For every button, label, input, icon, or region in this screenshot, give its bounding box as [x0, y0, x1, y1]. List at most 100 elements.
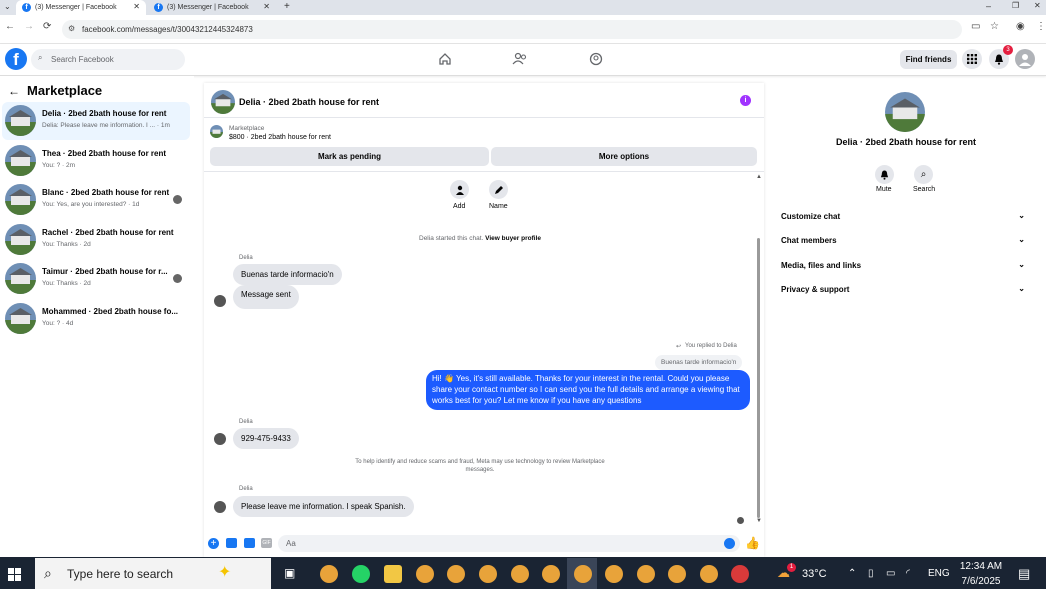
- notification-center-icon[interactable]: ▤: [1018, 566, 1030, 582]
- info-icon[interactable]: i: [740, 95, 751, 106]
- chrome-icon[interactable]: [447, 565, 465, 583]
- privacy-support-row[interactable]: Privacy & support ⌄: [781, 284, 1031, 294]
- account-avatar[interactable]: [1015, 49, 1035, 69]
- plus-icon[interactable]: +: [208, 538, 219, 549]
- pencil-icon[interactable]: [489, 180, 508, 199]
- minimize-icon[interactable]: –: [986, 1, 991, 11]
- chrome-icon[interactable]: [542, 565, 560, 583]
- notification-badge: 3: [1003, 45, 1013, 55]
- details-avatar[interactable]: [885, 92, 925, 132]
- file-explorer-icon[interactable]: [384, 565, 402, 583]
- close-tab-icon[interactable]: ✕: [133, 2, 140, 11]
- conversation-title: Taimur · 2bed 2bath house for r...: [42, 267, 168, 276]
- forward-icon[interactable]: →: [24, 21, 34, 32]
- gif-icon[interactable]: GIF: [261, 538, 272, 548]
- profile-icon[interactable]: ◉: [1016, 21, 1025, 32]
- emoji-icon[interactable]: [724, 538, 735, 549]
- chrome-icon[interactable]: [605, 565, 623, 583]
- conversation-item[interactable]: Thea · 2bed 2bath house for rent You: ? …: [2, 142, 190, 180]
- chrome-icon[interactable]: [511, 565, 529, 583]
- home-icon[interactable]: [437, 51, 453, 67]
- listing-price[interactable]: $800 · 2bed 2bath house for rent: [229, 134, 331, 141]
- chat-members-row[interactable]: Chat members ⌄: [781, 235, 1031, 245]
- temperature[interactable]: 33°C: [802, 568, 827, 580]
- chat-header-title[interactable]: Delia · 2bed 2bath house for rent: [239, 97, 379, 107]
- chrome-icon[interactable]: [668, 565, 686, 583]
- incoming-message[interactable]: Message sent: [233, 285, 299, 309]
- search-icon[interactable]: ⌕: [914, 165, 933, 184]
- menu-grid-icon[interactable]: [962, 49, 982, 69]
- more-options-button[interactable]: More options: [491, 147, 757, 166]
- facebook-search-input[interactable]: Search Facebook: [31, 49, 185, 70]
- app-icon[interactable]: [731, 565, 749, 583]
- conversation-item[interactable]: Blanc · 2bed 2bath house for rent You: Y…: [2, 181, 190, 219]
- incoming-message[interactable]: Please leave me information. I speak Spa…: [233, 496, 414, 517]
- message-input[interactable]: Aa: [278, 535, 740, 552]
- chat-header-avatar[interactable]: [211, 90, 235, 114]
- chrome-icon[interactable]: [479, 565, 497, 583]
- chevron-up-icon[interactable]: ⌃: [848, 568, 856, 579]
- seen-avatar: [737, 517, 744, 524]
- chrome-icon[interactable]: [574, 565, 592, 583]
- friends-icon[interactable]: [512, 51, 528, 67]
- conversation-item[interactable]: Delia · 2bed 2bath house for rent Delia:…: [2, 102, 190, 140]
- close-tab-icon[interactable]: ✕: [263, 2, 270, 11]
- conversation-item[interactable]: Mohammed · 2bed 2bath house fo... You: ?…: [2, 300, 190, 338]
- wifi-icon[interactable]: ◜: [906, 568, 910, 579]
- add-person-icon[interactable]: [450, 180, 469, 199]
- chrome-icon[interactable]: [637, 565, 655, 583]
- close-window-icon[interactable]: ✕: [1034, 1, 1041, 10]
- listing-thumbnail[interactable]: [210, 125, 223, 138]
- taskbar-search-input[interactable]: Type here to search: [35, 558, 271, 589]
- outgoing-message[interactable]: Hi! 👋 Yes, it's still available. Thanks …: [426, 370, 750, 410]
- customize-chat-row[interactable]: Customize chat ⌄: [781, 211, 1031, 221]
- search-icon: ⌕: [44, 565, 52, 581]
- chevron-down-icon: ⌄: [1018, 260, 1025, 269]
- find-friends-button[interactable]: Find friends: [900, 50, 957, 69]
- reload-icon[interactable]: ⟳: [43, 21, 51, 32]
- chrome-icon[interactable]: [416, 565, 434, 583]
- browser-tab[interactable]: f (3) Messenger | Facebook ✕: [148, 0, 276, 15]
- url-field[interactable]: facebook.com/messages/t/3004321244532487…: [62, 20, 962, 39]
- back-arrow-icon[interactable]: ←: [8, 84, 20, 98]
- photo-icon[interactable]: [226, 538, 237, 548]
- whatsapp-icon[interactable]: [352, 565, 370, 583]
- sparkle-icon[interactable]: ✦: [218, 562, 231, 582]
- groups-icon[interactable]: [588, 51, 604, 67]
- windows-start-icon[interactable]: [8, 568, 21, 586]
- cast-icon[interactable]: ▭: [971, 21, 980, 32]
- chrome-icon[interactable]: [700, 565, 718, 583]
- scrollbar-thumb[interactable]: [757, 238, 760, 518]
- mute-bell-icon[interactable]: [875, 165, 894, 184]
- sticker-icon[interactable]: [244, 538, 255, 548]
- bookmark-star-icon[interactable]: ☆: [990, 21, 999, 32]
- conversation-item[interactable]: Taimur · 2bed 2bath house for r... You: …: [2, 260, 190, 298]
- chrome-icon[interactable]: [320, 565, 338, 583]
- device-icon[interactable]: ▯: [868, 568, 874, 579]
- conversation-item[interactable]: Rachel · 2bed 2bath house for rent You: …: [2, 221, 190, 259]
- site-info-icon[interactable]: ⚙: [68, 24, 75, 33]
- menu-kebab-icon[interactable]: ⋮: [1036, 21, 1046, 32]
- media-files-links-row[interactable]: Media, files and links ⌄: [781, 260, 1031, 270]
- scroll-down-icon[interactable]: ▼: [756, 518, 762, 524]
- restore-icon[interactable]: ❐: [1012, 1, 1019, 10]
- task-view-icon[interactable]: ▣: [284, 566, 295, 580]
- tab-search-chevron-icon[interactable]: ⌄: [4, 2, 11, 11]
- incoming-message[interactable]: 929-475-9433: [233, 428, 299, 449]
- search-placeholder: Search Facebook: [51, 55, 114, 64]
- browser-tab-active[interactable]: f (3) Messenger | Facebook ✕: [16, 0, 146, 15]
- clock-time[interactable]: 12:34 AM: [956, 561, 1006, 572]
- mark-as-pending-button[interactable]: Mark as pending: [210, 147, 489, 166]
- facebook-logo-icon[interactable]: f: [5, 48, 27, 70]
- battery-icon[interactable]: ▭: [886, 568, 895, 579]
- quoted-message[interactable]: Buenas tarde informacio'n: [655, 355, 743, 370]
- chevron-down-icon: ⌄: [1018, 235, 1025, 244]
- back-icon[interactable]: ←: [5, 21, 15, 32]
- language-indicator[interactable]: ENG: [928, 568, 950, 579]
- incoming-message[interactable]: Buenas tarde informacio'n: [233, 264, 342, 285]
- clock-date[interactable]: 7/6/2025: [956, 576, 1006, 587]
- thumbs-up-icon[interactable]: 👍: [745, 536, 760, 550]
- new-tab-icon[interactable]: +: [284, 1, 290, 12]
- view-buyer-profile-link[interactable]: View buyer profile: [485, 235, 541, 242]
- scroll-up-icon[interactable]: ▲: [756, 174, 762, 180]
